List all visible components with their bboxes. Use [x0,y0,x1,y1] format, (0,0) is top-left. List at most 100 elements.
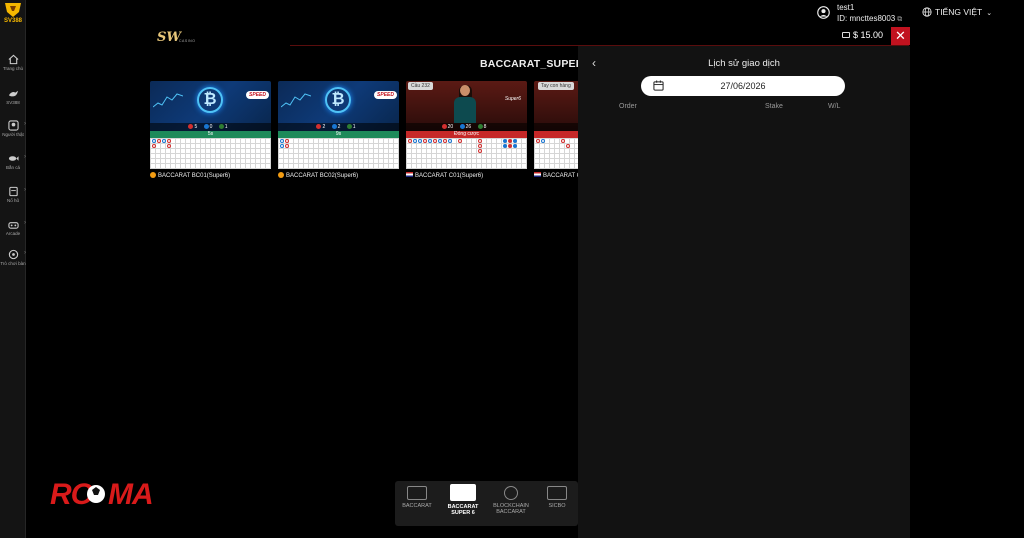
speed-badge: SPEED [246,91,269,99]
bead [280,139,284,143]
bead [503,144,507,148]
bead-road [278,138,399,169]
tab-baccarat[interactable]: BACCARAT [397,486,437,509]
bead [478,144,482,148]
bead [167,144,171,148]
bead [536,139,540,143]
sidebar-item-live[interactable]: › Người thật [0,120,26,137]
banker-dot-icon [441,124,447,129]
sidebar-item-sv388[interactable]: SV388 [0,88,26,105]
balance-value: $ 15.00 [853,30,884,40]
countdown-bar: 5s [150,131,271,138]
tab-label: BACCARAT SUPER 6 [447,504,479,516]
bead [433,139,437,143]
road-tag: Cầu 232 [408,82,433,90]
bead [280,144,284,148]
betting-closed-bar: Đóng cược [406,131,527,138]
table-sign: Super6 [504,96,521,102]
tie-dot-icon [218,124,224,129]
svg-text:MA: MA [108,478,153,511]
bead-road [406,138,527,169]
game-card-bc01[interactable]: ₿ SPEED 5 0 1 5s BACCARAT BC01(Super6) [150,81,271,179]
bead [541,139,545,143]
sidebar-item-slots[interactable]: › Nổ hũ [0,186,26,203]
tab-label: SICBO [548,503,566,509]
game-thumbnail: ₿ SPEED 5 0 1 [150,81,271,131]
sidebar-item-home[interactable]: Trang chủ [0,54,26,71]
sidebar-item-arcade[interactable]: › Arcade [0,219,26,236]
player-dot-icon [459,124,465,129]
game-card-bc02[interactable]: ₿ SPEED 2 2 1 9s BACCARAT BC02(Super6) [278,81,399,179]
sidebar-item-label: Nổ hũ [6,198,19,203]
bead [408,139,412,143]
close-button[interactable]: ✕ [891,27,910,45]
arcade-icon [7,222,19,229]
provider-logo-sub: CASINO [179,39,196,43]
dice-icon [547,486,567,500]
slot-icon [8,186,18,197]
sidebar-item-table-games[interactable]: › Trò chơi bàn [0,249,26,266]
sidebar-item-fishing[interactable]: › Bắn cá [0,153,26,170]
bead [438,139,442,143]
bead [561,139,565,143]
game-card-c01[interactable]: Cầu 232 Super6 20 26 8 Đóng cược BACCARA… [406,81,527,179]
banker-count: 20 [447,124,454,130]
player-count: 26 [465,124,472,130]
bead [285,139,289,143]
game-category-nav: BACCARAT BACCARAT SUPER 6 BLOCKCHAIN BAC… [395,481,578,526]
tab-sicbo[interactable]: SICBO [537,486,577,509]
countdown-bar: 9s [278,131,399,138]
sidebar-item-label: Trò chơi bàn [0,261,26,266]
game-thumbnail: ₿ SPEED 2 2 1 [278,81,399,131]
sidebar-item-label: Trang chủ [2,66,24,71]
card-name-text: BACCARAT BC01(Super6) [158,173,231,179]
bead [413,139,417,143]
balance-display: $ 15.00 [842,30,883,40]
banker-count: 2 [322,124,326,130]
card-name: BACCARAT BC02(Super6) [278,172,399,179]
user-id: ID: mncttes8003 ⧉ [837,14,902,24]
language-selector[interactable]: TIẾNG VIỆT ⌄ [922,7,992,17]
banker-count: 5 [194,124,198,130]
bead-road [150,138,271,169]
sidebar-item-label: Người thật [2,132,24,137]
dealer-image [454,85,476,125]
roma-logo: RO MA [50,478,154,511]
tab-label: BACCARAT [402,503,432,509]
provider-logo-text: SW [157,30,181,45]
bitcoin-icon: ₿ [197,87,223,113]
brand-logo[interactable]: SV388 [1,2,25,26]
date-picker[interactable]: 27/06/2026 [641,76,845,96]
banker-dot-icon [316,124,322,129]
brand-shield-icon [5,3,21,17]
bead [478,139,482,143]
tab-baccarat-super6[interactable]: BACCARAT SUPER 6 [443,484,483,516]
bitcoin-icon: ₿ [325,87,351,113]
sidebar: SV388 Trang chủ SV388 › Người thật › Bắn… [0,0,26,538]
fish-icon [8,156,19,161]
chevron-right-icon: › [24,250,26,256]
bead [513,144,517,148]
copy-icon[interactable]: ⧉ [897,16,902,23]
transaction-history-panel: ‹ Lịch sử giao dịch 27/06/2026 Order Sta… [578,46,910,538]
wallet-icon [842,32,850,38]
player-dot-icon [203,124,209,129]
column-header-wl: W/L [828,103,841,110]
sidebar-item-label: Bắn cá [5,165,20,170]
live-dealer-icon [7,120,19,131]
chevron-down-icon: ⌄ [986,10,993,17]
card-name: BACCARAT BC01(Super6) [150,172,271,179]
tab-blockchain-baccarat[interactable]: BLOCKCHAIN BACCARAT [491,486,531,515]
user-avatar-icon [817,6,830,19]
bead [418,139,422,143]
sidebar-item-label: Arcade [5,231,21,236]
user-id-text: ID: mncttes8003 [837,14,896,23]
bead [157,139,161,143]
provider-logo: SW CASINO [157,28,201,45]
rooster-icon [8,90,18,97]
brand-name: SV388 [3,18,22,24]
player-count: 2 [337,124,341,130]
card-name-text: BACCARAT BC02(Super6) [286,173,359,179]
tie-dot-icon [477,124,483,129]
bead [508,139,512,143]
